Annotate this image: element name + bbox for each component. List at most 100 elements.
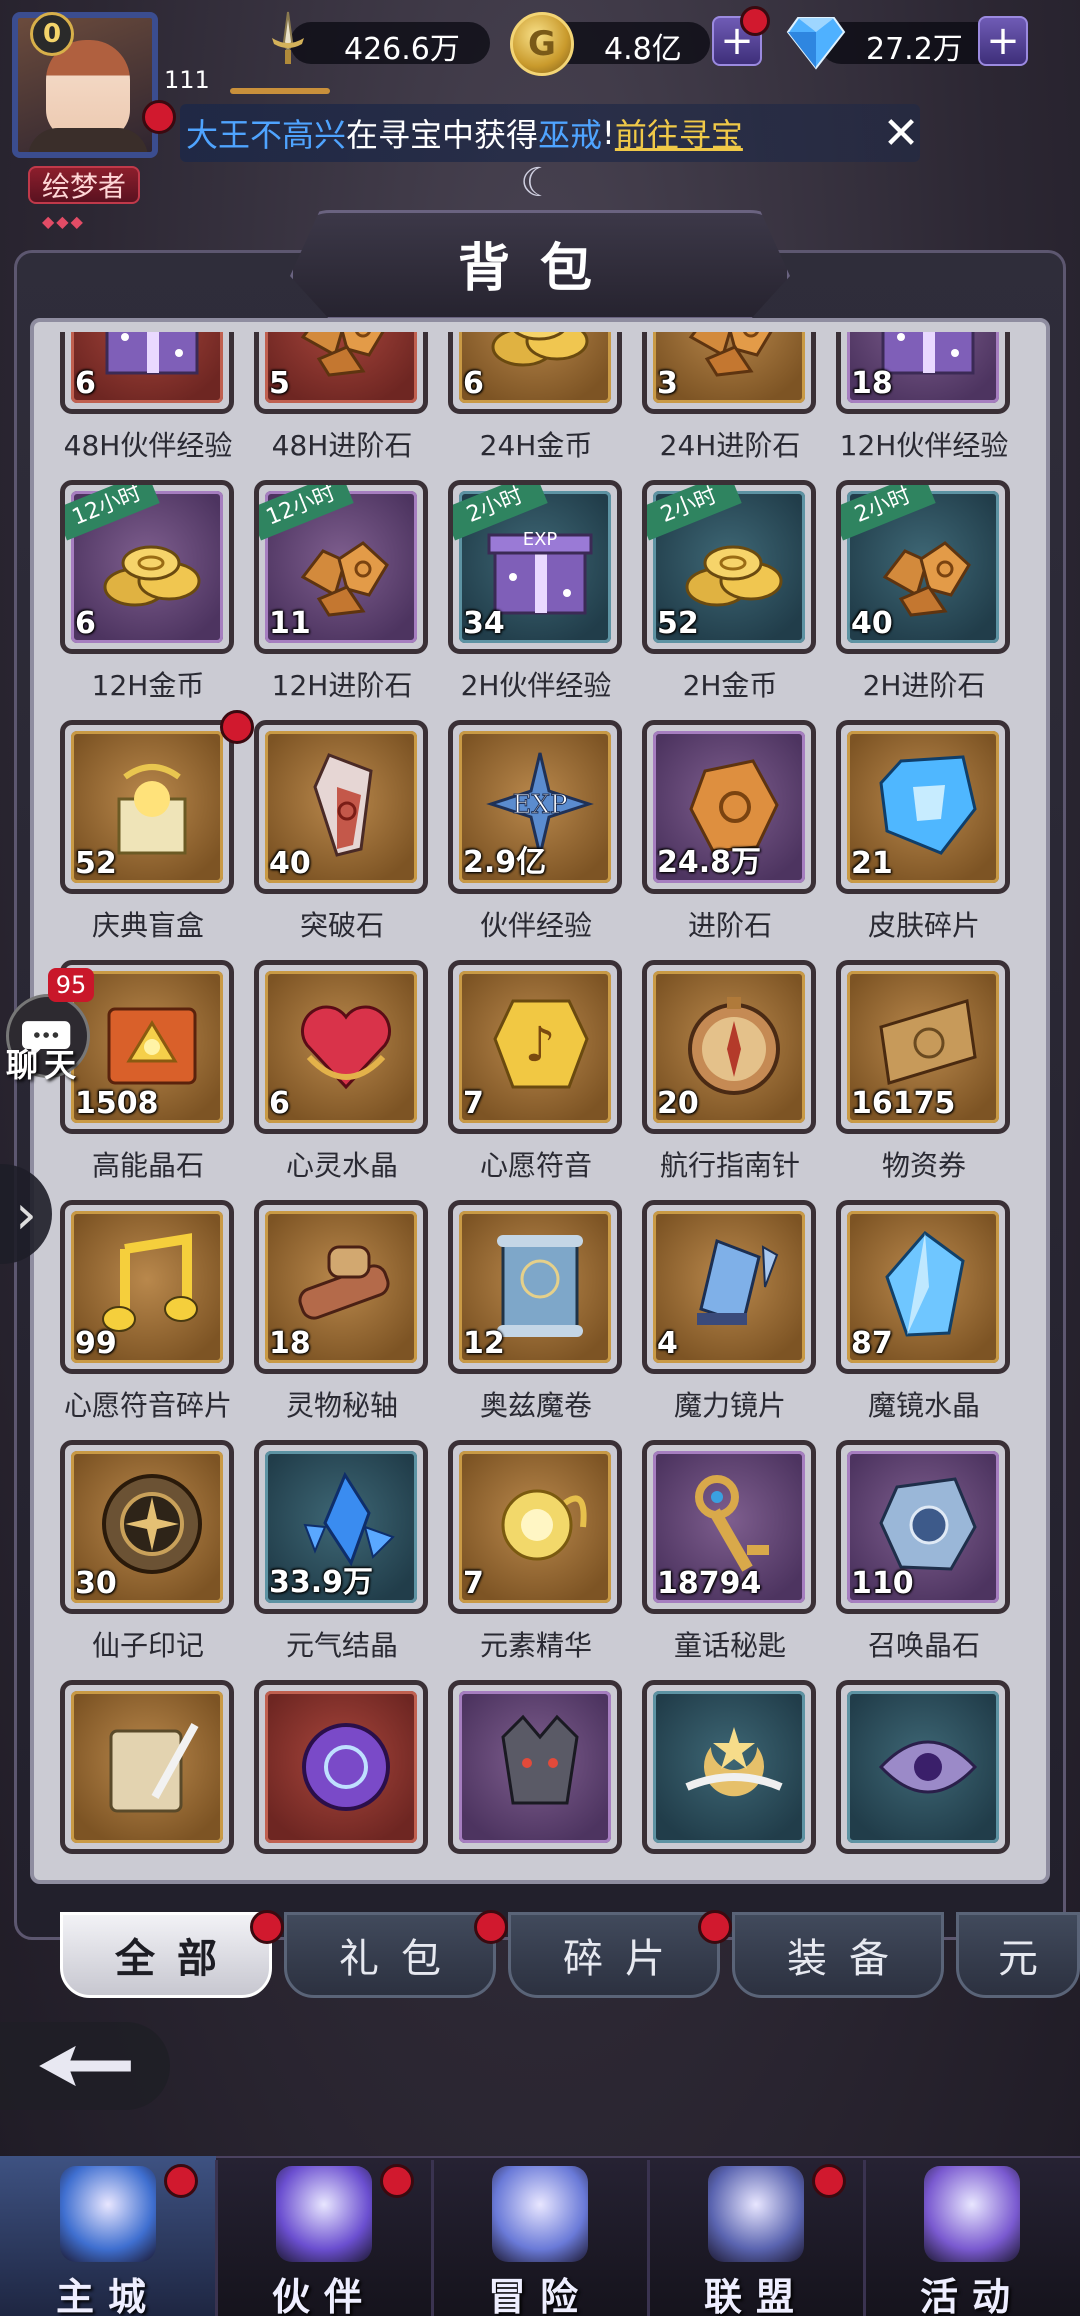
- bag-item[interactable]: [418, 1680, 622, 1866]
- bag-item[interactable]: 12 奥兹魔卷: [418, 1200, 622, 1430]
- bag-item[interactable]: 52 庆典盲盒: [30, 710, 254, 950]
- item-count: 30: [75, 1566, 117, 1601]
- magic-scroll-icon: [497, 1235, 583, 1337]
- ticker-link[interactable]: 前往寻宝: [615, 110, 743, 156]
- tab-4[interactable]: 元: [956, 1912, 1080, 1998]
- item-count: 87: [851, 1326, 893, 1361]
- bag-item[interactable]: 4 魔力镜片: [612, 1200, 816, 1430]
- item-slot[interactable]: [254, 1680, 428, 1854]
- item-slot[interactable]: 12小时 6: [60, 480, 234, 654]
- item-slot[interactable]: ♪ 7: [448, 960, 622, 1134]
- item-slot[interactable]: 33.9万: [254, 1440, 428, 1614]
- item-slot[interactable]: [642, 1680, 816, 1854]
- ticker-item: 巫戒: [538, 116, 603, 154]
- item-slot[interactable]: [836, 1680, 1010, 1854]
- avatar-coat: [28, 128, 148, 152]
- item-slot[interactable]: 2小时 52: [642, 480, 816, 654]
- bag-item[interactable]: 33.9万 元气结晶: [224, 1440, 428, 1670]
- bag-item[interactable]: 18794 童话秘匙: [612, 1440, 816, 1670]
- item-count: 7: [463, 1566, 484, 1601]
- item-slot[interactable]: 5: [254, 332, 428, 414]
- item-slot[interactable]: 16175: [836, 960, 1010, 1134]
- tab-0[interactable]: 全部: [60, 1912, 272, 1998]
- close-icon[interactable]: ✕: [880, 108, 922, 159]
- bag-item[interactable]: [806, 1680, 1010, 1866]
- item-slot[interactable]: EXP 6: [60, 332, 234, 414]
- coin-alert-dot: [740, 6, 770, 36]
- item-slot[interactable]: EXP18: [836, 332, 1010, 414]
- item-slot[interactable]: [60, 1680, 234, 1854]
- bag-item[interactable]: EXP18 12H伙伴经验: [806, 332, 1010, 470]
- item-slot[interactable]: 4: [642, 1200, 816, 1374]
- bag-item[interactable]: 7 元素精华: [418, 1440, 622, 1670]
- svg-text:EXP: EXP: [513, 790, 568, 820]
- bag-item[interactable]: 2小时 52 2H金币: [612, 480, 816, 710]
- item-slot[interactable]: 30: [60, 1440, 234, 1614]
- bag-item[interactable]: EXP 2.9亿 伙伴经验: [418, 720, 622, 950]
- item-name: 召唤晶石: [867, 1629, 980, 1662]
- add-diamonds-button[interactable]: +: [978, 16, 1028, 66]
- item-slot[interactable]: 2小时 40: [836, 480, 1010, 654]
- bag-item[interactable]: [612, 1680, 816, 1866]
- tab-2[interactable]: 碎片: [508, 1912, 720, 1998]
- item-slot[interactable]: 40: [254, 720, 428, 894]
- tab-1[interactable]: 礼包: [284, 1912, 496, 1998]
- bag-item[interactable]: 30 仙子印记: [30, 1440, 234, 1670]
- bag-item[interactable]: 6 24H金币: [418, 332, 622, 470]
- item-slot[interactable]: 20: [642, 960, 816, 1134]
- item-slot[interactable]: 6: [448, 332, 622, 414]
- back-button[interactable]: [0, 2022, 170, 2110]
- item-grid[interactable]: EXP648H伙伴经验548H进阶石624H金币324H进阶石EXP1812H伙…: [30, 332, 1050, 1866]
- chat-label[interactable]: 聊天: [6, 1040, 82, 1086]
- bag-item[interactable]: 87 魔镜水晶: [806, 1200, 1010, 1430]
- bag-item[interactable]: 18 灵物秘轴: [224, 1200, 428, 1430]
- item-count: 24.8万: [657, 845, 762, 880]
- bag-item[interactable]: 20 航行指南针: [612, 960, 816, 1190]
- bag-item[interactable]: 21 皮肤碎片: [806, 720, 1010, 950]
- item-slot[interactable]: 24.8万: [642, 720, 816, 894]
- item-count: 34: [463, 606, 505, 641]
- bag-item[interactable]: EXP648H伙伴经验: [30, 332, 234, 470]
- item-slot[interactable]: 7: [448, 1440, 622, 1614]
- bag-item[interactable]: 40 突破石: [224, 720, 428, 950]
- moon-wing-emblem-icon: [685, 1727, 783, 1797]
- element-essence-icon: [501, 1489, 587, 1561]
- bag-item[interactable]: 2小时 40 2H进阶石: [806, 480, 1010, 710]
- bag-item[interactable]: EXP 2小时 34 2H伙伴经验: [418, 480, 622, 710]
- item-slot[interactable]: EXP 2.9亿: [448, 720, 622, 894]
- item-slot[interactable]: 87: [836, 1200, 1010, 1374]
- item-slot[interactable]: 21: [836, 720, 1010, 894]
- bag-item[interactable]: [30, 1680, 234, 1866]
- blue-crystal-icon: [885, 1230, 965, 1337]
- bag-item[interactable]: 12小时 6 12H金币: [30, 480, 234, 710]
- item-slot[interactable]: 12: [448, 1200, 622, 1374]
- bag-item[interactable]: ♪ 7 心愿符音: [418, 960, 622, 1190]
- item-slot[interactable]: 52: [60, 720, 234, 894]
- bag-item[interactable]: [224, 1680, 428, 1866]
- bag-item[interactable]: 6 心灵水晶: [224, 960, 428, 1190]
- item-slot[interactable]: 18794: [642, 1440, 816, 1614]
- item-slot[interactable]: 18: [254, 1200, 428, 1374]
- item-slot[interactable]: EXP 2小时 34: [448, 480, 622, 654]
- bag-item[interactable]: 3 24H进阶石: [612, 332, 816, 470]
- quill-scroll-icon: [109, 1723, 199, 1813]
- fairytale-key-icon: [695, 1475, 769, 1572]
- player-title-badge[interactable]: 绘梦者: [28, 166, 140, 204]
- tab-3[interactable]: 装备: [732, 1912, 944, 1998]
- gold-coin-pile-icon: [103, 545, 201, 607]
- item-slot[interactable]: 3: [642, 332, 816, 414]
- bag-item[interactable]: 99 心愿符音碎片: [30, 1200, 234, 1430]
- item-slot[interactable]: 110: [836, 1440, 1010, 1614]
- bag-item[interactable]: 5 48H进阶石: [224, 332, 428, 470]
- bag-item[interactable]: 12小时 11 12H进阶石: [224, 480, 428, 710]
- item-slot[interactable]: 99: [60, 1200, 234, 1374]
- item-slot[interactable]: [448, 1680, 622, 1854]
- item-slot[interactable]: 6: [254, 960, 428, 1134]
- purple-orb-icon: [302, 1723, 390, 1811]
- item-slot[interactable]: 12小时 11: [254, 480, 428, 654]
- bag-item[interactable]: 110 召唤晶石: [806, 1440, 1010, 1670]
- heart-crystal-icon: [301, 1005, 391, 1090]
- bag-item[interactable]: 16175 物资券: [806, 960, 1010, 1190]
- avatar-portrait: [46, 40, 130, 140]
- bag-item[interactable]: 24.8万 进阶石: [612, 720, 816, 950]
